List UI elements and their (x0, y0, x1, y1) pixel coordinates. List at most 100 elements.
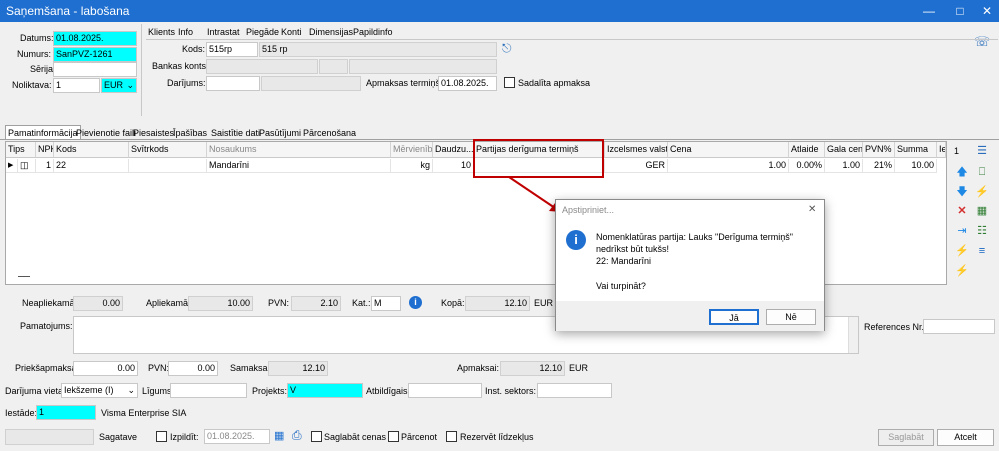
tab-intrastat[interactable]: Intrastat (207, 25, 240, 39)
row-unit[interactable]: kg (391, 159, 433, 173)
tab-links[interactable]: Piesaistes (133, 126, 174, 140)
save-button[interactable]: Saglabāt (878, 429, 934, 446)
responsible-field[interactable] (408, 383, 482, 398)
due-date-field[interactable]: 01.08.2025. (438, 76, 497, 91)
sector-field[interactable] (537, 383, 612, 398)
copy-icon[interactable]: ⎕ (975, 165, 989, 179)
delete-icon[interactable]: ✕ (955, 204, 969, 218)
yes-button[interactable]: Jā (709, 309, 759, 325)
tab-dimensions[interactable]: Dimensijas (309, 25, 353, 39)
arrow-down-icon[interactable]: 🡇 (955, 185, 969, 199)
tab-client[interactable]: Klients (148, 25, 175, 39)
tab-extra-info[interactable]: Papildinfo (353, 25, 393, 39)
row-discount[interactable]: 0.00% (789, 159, 825, 173)
cancel-button[interactable]: Atcelt (937, 429, 994, 446)
calendar-icon[interactable]: ▦ (274, 429, 284, 442)
series-label: Sērija: (30, 64, 56, 74)
client-card-icon[interactable]: ⎋ (502, 41, 512, 56)
execute-date-field[interactable]: 01.08.2025. (204, 429, 270, 444)
row-quantity[interactable]: 10 (433, 159, 474, 173)
col-unit[interactable]: Mērvienība (391, 142, 433, 158)
tab-main-info[interactable]: Pamatinformācija (5, 125, 81, 140)
info-icon[interactable]: i (409, 296, 422, 309)
responsible-label: Atbildīgais: (366, 386, 411, 396)
lightning-red-icon[interactable]: ⚡ (955, 264, 969, 278)
pvn-label: PVN: (148, 363, 170, 373)
dialog-close-icon[interactable]: ✕ (808, 204, 816, 215)
row-code[interactable]: 22 (54, 159, 129, 173)
deal-field[interactable] (206, 76, 260, 91)
split-payment-checkbox[interactable] (504, 77, 515, 88)
lightning-green-icon[interactable]: ⚡ (975, 185, 989, 199)
row-name[interactable]: Mandarīni (207, 159, 391, 173)
col-discount[interactable]: Atlaide (789, 142, 825, 158)
col-code[interactable]: Kods (54, 142, 129, 158)
col-extra[interactable]: Ie (937, 142, 946, 158)
save-prices-checkbox[interactable] (311, 431, 322, 442)
tab-repricing[interactable]: Pārcenošana (303, 126, 356, 140)
list-icon[interactable]: ☰ (975, 144, 989, 158)
col-final-price[interactable]: Gala cena (825, 142, 863, 158)
reserve-checkbox[interactable] (446, 431, 457, 442)
execute-checkbox[interactable] (156, 431, 167, 442)
contract-field[interactable] (170, 383, 247, 398)
tab-delivery[interactable]: Piegāde (246, 25, 279, 39)
export-icon[interactable]: ☷ (975, 224, 989, 238)
calculator-icon[interactable]: ▦ (975, 204, 989, 218)
chevron-down-icon: ⌄ (127, 385, 135, 395)
reprice-checkbox[interactable] (388, 431, 399, 442)
col-type[interactable]: Tips (6, 142, 36, 158)
row-barcode[interactable] (129, 159, 207, 173)
tab-info[interactable]: Info (178, 25, 193, 39)
prepay-field[interactable]: 0.00 (73, 361, 138, 376)
import-icon[interactable]: ⇥ (955, 224, 969, 238)
category-field[interactable]: M (371, 296, 401, 311)
minimize-icon[interactable]: — (921, 3, 937, 19)
col-npk[interactable]: NPK (36, 142, 54, 158)
split-payment-label: Sadalīta apmaksa (518, 78, 591, 88)
close-icon[interactable]: ✕ (979, 3, 995, 19)
row-price[interactable]: 1.00 (668, 159, 789, 173)
row-sum[interactable]: 10.00 (895, 159, 937, 173)
sort-list-icon[interactable]: ≡ (975, 244, 989, 258)
tab-orders[interactable]: Pasūtījumi (259, 126, 301, 140)
col-quantity[interactable]: Daudzu... (433, 142, 474, 158)
col-origin[interactable]: Izcelsmes valsts (605, 142, 668, 158)
client-code-field[interactable]: 515rp (206, 42, 258, 57)
no-button[interactable]: Nē (766, 309, 816, 325)
row-origin[interactable]: GER (605, 159, 668, 173)
col-barcode[interactable]: Svītrkods (129, 142, 207, 158)
references-field[interactable] (923, 319, 995, 334)
col-price[interactable]: Cena (668, 142, 789, 158)
number-field[interactable]: SanPVZ-1261 (53, 47, 137, 62)
prepay-label: Priekšapmaksa: (15, 363, 80, 373)
arrow-up-icon[interactable]: 🡅 (955, 165, 969, 179)
currency-select[interactable]: EUR ⌄ (101, 78, 137, 93)
institution-label: Iestāde: (5, 408, 38, 418)
support-icon[interactable]: ☏ (974, 34, 990, 50)
date-field[interactable]: 01.08.2025. (53, 31, 137, 46)
pvn-field[interactable]: 0.00 (168, 361, 218, 376)
col-sum[interactable]: Summa (895, 142, 937, 158)
institution-code-field[interactable]: 1 (36, 405, 96, 420)
maximize-icon[interactable]: □ (952, 3, 968, 19)
row-vat[interactable]: 21% (863, 159, 895, 173)
tab-attached-files[interactable]: Pievienotie faili (76, 126, 136, 140)
print-icon[interactable]: ⎙ (292, 428, 302, 443)
vat-label: PVN: (268, 298, 290, 308)
grid-scroll-handle[interactable] (18, 276, 30, 277)
series-field[interactable] (53, 62, 137, 77)
basis-scrollbar[interactable] (848, 317, 858, 353)
title-bar: Saņemšana - labošana — □ ✕ (0, 0, 999, 22)
col-vat[interactable]: PVN% (863, 142, 895, 158)
tab-related-data[interactable]: Saistītie dati (211, 126, 260, 140)
tab-properties[interactable]: Īpašības (173, 126, 207, 140)
row-final-price[interactable]: 1.00 (825, 159, 863, 173)
warehouse-field[interactable]: 1 (53, 78, 100, 93)
project-field[interactable]: V (287, 383, 363, 398)
col-name[interactable]: Nosaukums (207, 142, 391, 158)
deal-place-select[interactable]: Iekšzeme (I) ⌄ (61, 383, 138, 398)
lightning-yellow-icon[interactable]: ⚡ (955, 244, 969, 258)
dialog-title: Apstipriniet... (562, 205, 615, 215)
tab-accounts[interactable]: Konti (281, 25, 302, 39)
